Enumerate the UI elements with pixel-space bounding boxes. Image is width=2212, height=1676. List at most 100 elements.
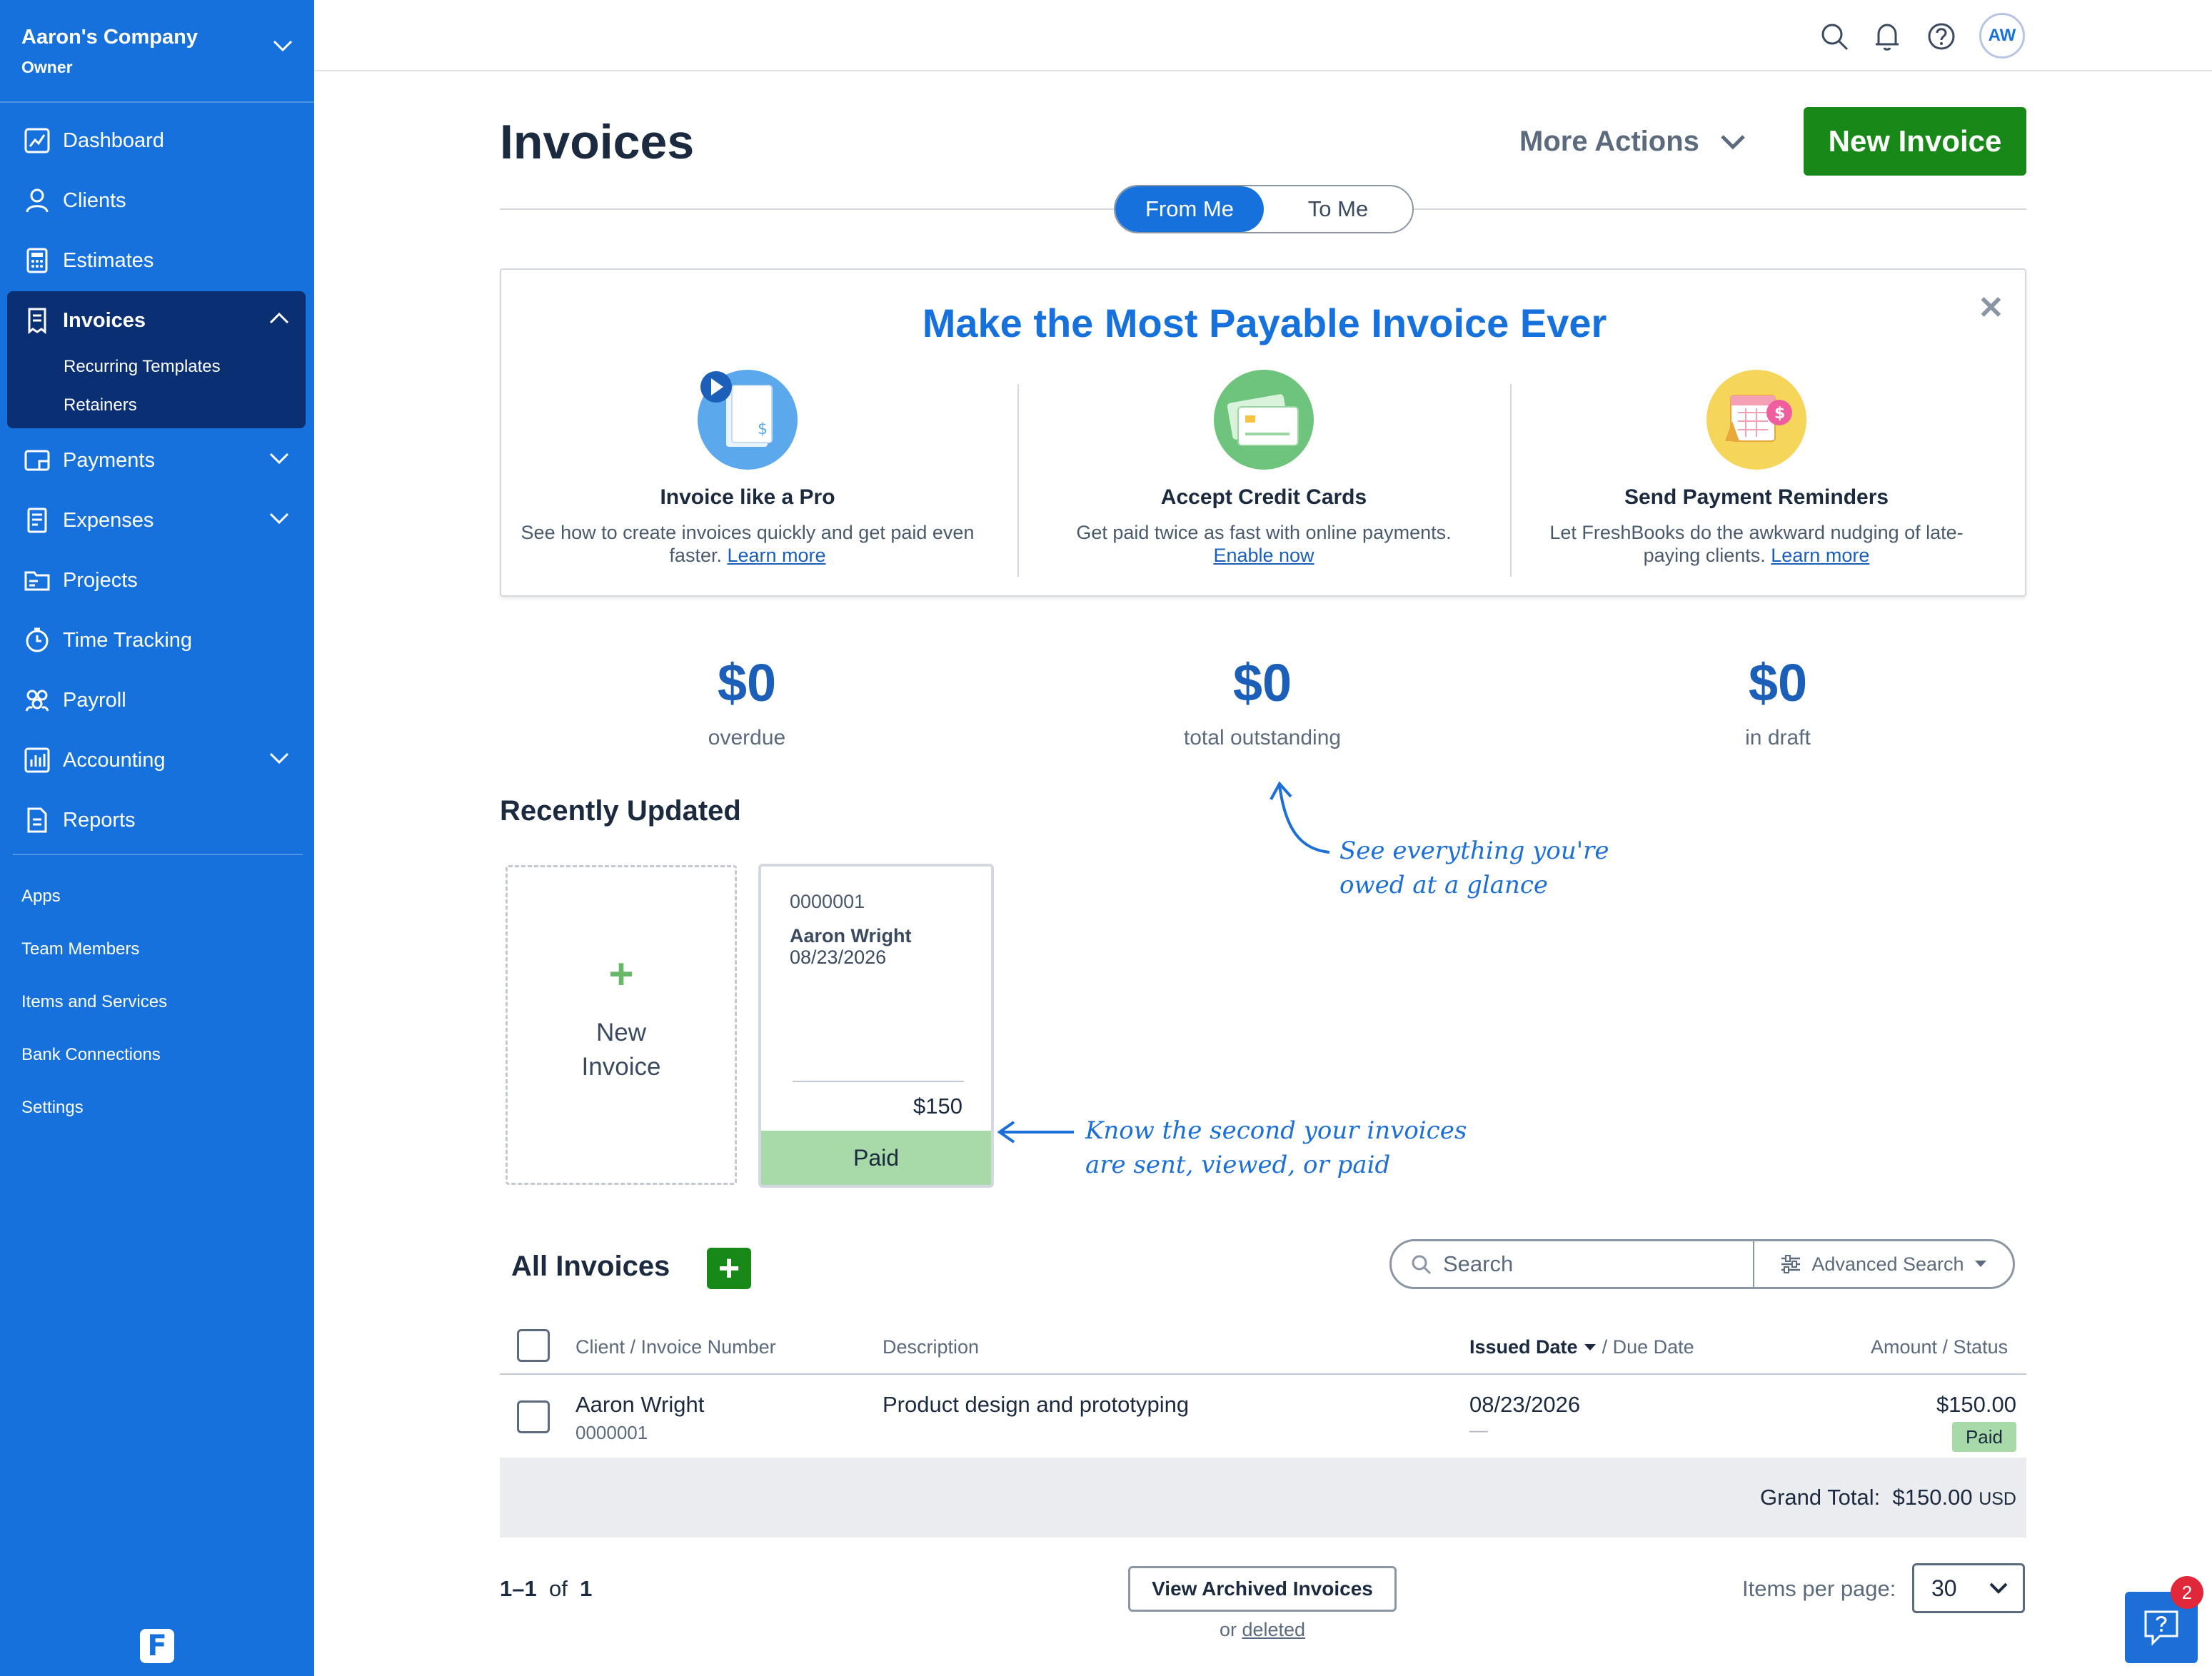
toggle-from-me[interactable]: From Me: [1115, 186, 1264, 232]
col-issued[interactable]: Issued Date: [1469, 1336, 1578, 1358]
nav-label: Reports: [63, 808, 136, 832]
svg-text:$: $: [1774, 405, 1785, 423]
sliders-icon: [1781, 1255, 1801, 1273]
nav-dashboard[interactable]: Dashboard: [7, 117, 306, 164]
stat-outstanding[interactable]: $0 total outstanding: [1120, 652, 1405, 750]
promo-col-title: Accept Credit Cards: [1160, 485, 1367, 509]
chevron-down-icon[interactable]: [268, 511, 290, 525]
row-number: 0000001: [575, 1422, 648, 1443]
col-client[interactable]: Client / Invoice Number: [575, 1336, 776, 1358]
nav-projects[interactable]: Projects: [7, 557, 306, 604]
search-icon[interactable]: [1818, 20, 1851, 53]
pagination-range: 1–1: [500, 1576, 537, 1601]
nav-accounting[interactable]: Accounting: [7, 737, 306, 784]
receipt-icon: [21, 505, 53, 536]
folder-icon: [21, 565, 53, 596]
nav-reports[interactable]: Reports: [7, 797, 306, 844]
view-archived-button[interactable]: View Archived Invoices: [1128, 1566, 1397, 1612]
stat-amount: $0: [717, 653, 777, 712]
row-issued: 08/23/2026: [1469, 1392, 1581, 1417]
new-card-label: New: [595, 1019, 647, 1046]
toggle-to-me[interactable]: To Me: [1264, 186, 1412, 232]
col-description[interactable]: Description: [883, 1336, 979, 1358]
stat-overdue[interactable]: $0 overdue: [604, 652, 890, 750]
promo-col-desc: Get paid twice as fast with online payme…: [1076, 522, 1452, 566]
row-checkbox[interactable]: [517, 1400, 550, 1433]
invoice-number: 0000001: [790, 891, 865, 912]
sidebar: Aaron's Company Owner Dashboard Clients …: [0, 0, 314, 1676]
notification-badge: 2: [2171, 1576, 2203, 1609]
row-amount: $150.00: [1936, 1392, 2016, 1417]
nav-bank-connections[interactable]: Bank Connections: [21, 1045, 161, 1065]
select-all-checkbox[interactable]: [517, 1329, 550, 1362]
divider: [13, 854, 303, 855]
calendar-reminder-icon: $: [1706, 370, 1806, 470]
items-per-page-select[interactable]: 30: [1912, 1563, 2025, 1613]
arrow-up-icon: [1270, 781, 1330, 854]
plus-icon: +: [608, 950, 634, 998]
new-invoice-card[interactable]: + New Invoice: [506, 865, 737, 1185]
nav-expenses[interactable]: Expenses: [7, 497, 306, 544]
close-icon[interactable]: ✕: [1978, 290, 2004, 326]
recent-invoice-card[interactable]: 0000001 Aaron Wright 08/23/2026 $150 Pai…: [758, 864, 994, 1188]
chevron-up-icon[interactable]: [268, 311, 290, 325]
payments-icon: [21, 445, 53, 476]
row-client: Aaron Wright: [575, 1392, 705, 1417]
advanced-search-button[interactable]: Advanced Search: [1754, 1253, 2013, 1276]
bell-icon[interactable]: [1871, 20, 1904, 53]
invoice-date: 08/23/2026: [790, 946, 887, 968]
invoice-client: Aaron Wright: [790, 925, 912, 946]
divider: [500, 1373, 2026, 1375]
nav-payments[interactable]: Payments: [7, 437, 306, 484]
nav-apps[interactable]: Apps: [21, 887, 61, 907]
items-per-page-label: Items per page:: [1742, 1576, 1896, 1601]
nav-label: Expenses: [63, 508, 154, 532]
nav-time-tracking[interactable]: Time Tracking: [7, 617, 306, 664]
pagination-total: 1: [580, 1576, 593, 1601]
enable-now-link[interactable]: Enable now: [1213, 545, 1314, 566]
divider: [793, 1081, 964, 1082]
more-actions-dropdown[interactable]: More Actions: [1519, 126, 1746, 158]
add-invoice-button[interactable]: +: [707, 1248, 751, 1289]
nav-team-members[interactable]: Team Members: [21, 939, 139, 959]
nav-retainers[interactable]: Retainers: [64, 395, 137, 415]
help-icon[interactable]: [1925, 20, 1958, 53]
promo-col-desc: See how to create invoices quickly and g…: [521, 522, 975, 566]
page-title: Invoices: [500, 115, 695, 169]
stat-draft[interactable]: $0 in draft: [1635, 652, 1921, 750]
recently-updated-title: Recently Updated: [500, 795, 741, 827]
chevron-down-icon: [1989, 1582, 2008, 1594]
arrow-left-icon: [997, 1121, 1074, 1144]
nav-invoices[interactable]: Invoices: [7, 297, 306, 344]
nav-payroll[interactable]: Payroll: [7, 677, 306, 724]
nav-estimates[interactable]: Estimates: [7, 237, 306, 284]
chevron-down-icon[interactable]: [271, 39, 294, 53]
grand-total: Grand Total: $150.00 USD: [1760, 1485, 2016, 1510]
nav-recurring-templates[interactable]: Recurring Templates: [64, 357, 221, 377]
search-input[interactable]: Search: [1392, 1241, 1754, 1287]
nav-settings[interactable]: Settings: [21, 1098, 84, 1118]
promo-credit-cards: Accept Credit Cards Get paid twice as fa…: [1017, 370, 1510, 567]
nav-items-services[interactable]: Items and Services: [21, 992, 167, 1012]
invoice-direction-toggle: From Me To Me: [1114, 185, 1414, 233]
col-due[interactable]: / Due Date: [1602, 1336, 1694, 1358]
avatar[interactable]: AW: [1979, 13, 2025, 59]
chevron-down-icon[interactable]: [268, 451, 290, 465]
company-switcher[interactable]: Aaron's Company Owner: [21, 26, 198, 77]
learn-more-link[interactable]: Learn more: [1771, 545, 1869, 566]
chevron-down-icon[interactable]: [268, 751, 290, 765]
new-invoice-button[interactable]: New Invoice: [1804, 107, 2026, 176]
col-amount[interactable]: Amount / Status: [1871, 1336, 2008, 1358]
nav-clients[interactable]: Clients: [7, 177, 306, 224]
status-badge: Paid: [1952, 1422, 2016, 1452]
nav-label: Payroll: [63, 688, 126, 712]
advanced-search-label: Advanced Search: [1811, 1253, 1964, 1275]
note-status: Know the second your invoices are sent, v…: [1085, 1116, 1467, 1179]
grand-total-value: $150.00: [1892, 1485, 1973, 1510]
nav-label: Invoices: [63, 308, 146, 332]
deleted-link[interactable]: deleted: [1242, 1619, 1305, 1640]
grand-total-currency: USD: [1979, 1489, 2016, 1509]
learn-more-link[interactable]: Learn more: [727, 545, 825, 566]
video-invoice-icon: $: [698, 370, 798, 470]
note-glance: See everything you're owed at a glance: [1339, 837, 1609, 899]
